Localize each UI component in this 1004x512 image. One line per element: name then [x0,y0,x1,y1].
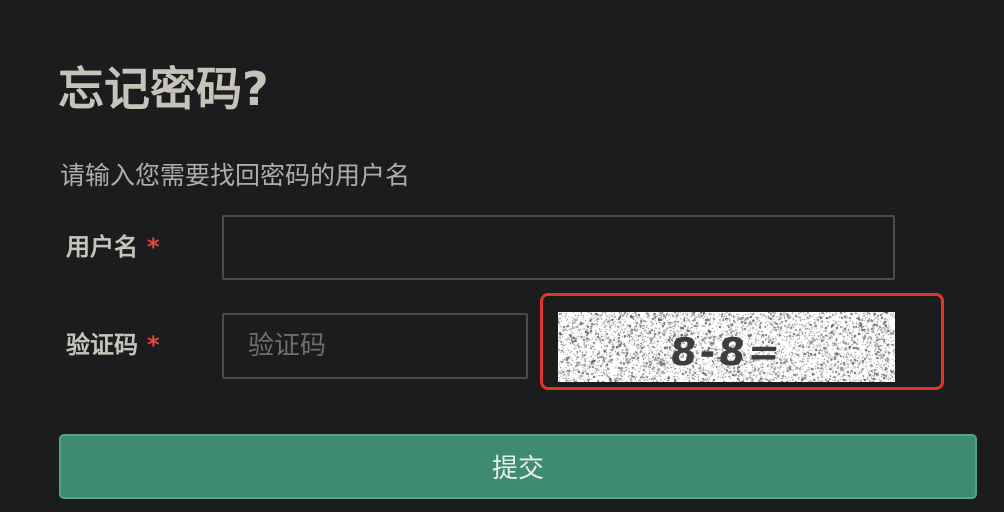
captcha-text: 8-8= [668,330,785,374]
username-label: 用户名 [66,233,138,261]
captcha-required-mark: * [147,331,160,359]
username-label-group: 用户名 * [66,232,160,262]
captcha-input[interactable] [222,313,528,379]
forgot-password-form: 忘记密码? 请输入您需要找回密码的用户名 用户名 * 验证码 * 8-8= 提交 [0,0,1004,512]
captcha-label-group: 验证码 * [66,330,160,360]
username-required-mark: * [147,233,160,261]
page-subtitle: 请输入您需要找回密码的用户名 [60,161,411,190]
captcha-label: 验证码 [66,331,138,359]
submit-button[interactable]: 提交 [59,434,977,499]
page-title: 忘记密码? [58,62,269,116]
username-input[interactable] [222,215,895,280]
captcha-image[interactable]: 8-8= [558,312,895,382]
